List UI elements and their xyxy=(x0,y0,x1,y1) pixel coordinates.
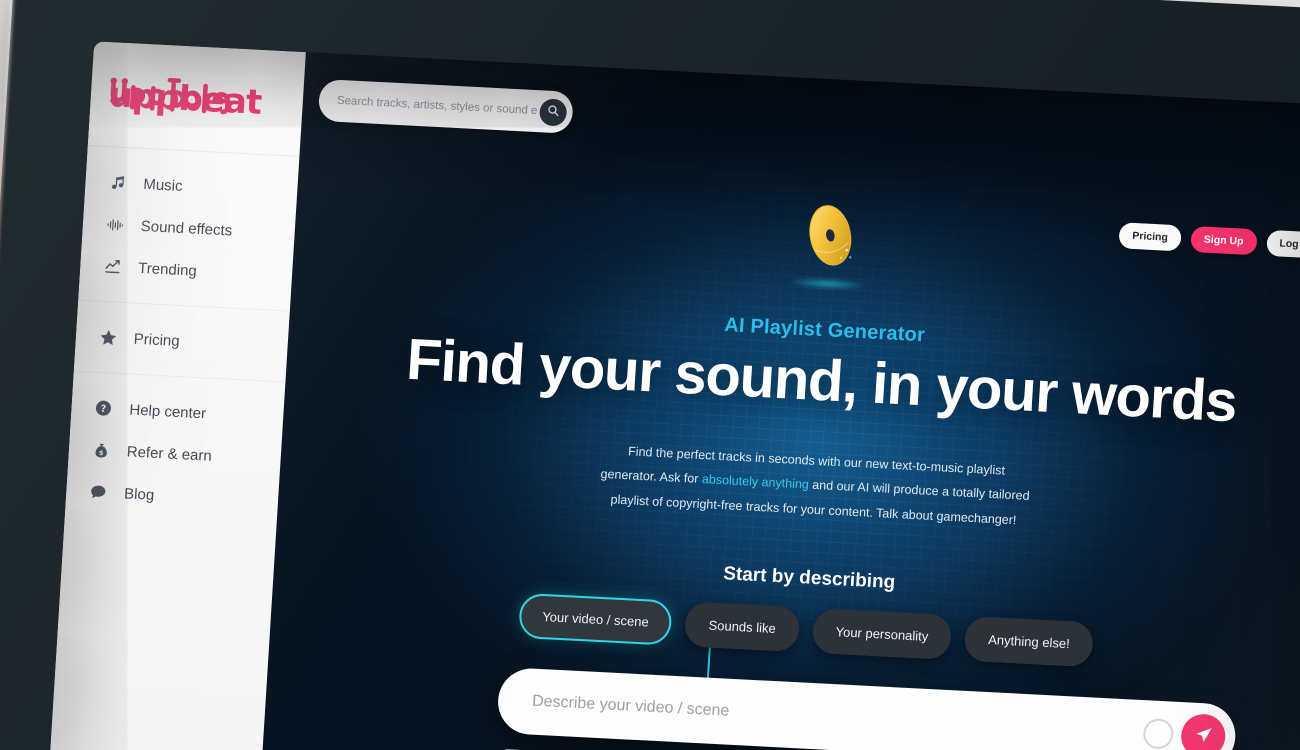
question-circle-icon: ? xyxy=(93,398,114,419)
sign-up-button[interactable]: Sign Up xyxy=(1190,225,1258,256)
sidebar-item-label: Help center xyxy=(128,401,207,422)
log-in-button[interactable]: Log In xyxy=(1265,229,1300,259)
disc-shadow xyxy=(788,276,867,292)
blurb-highlight: absolutely anything xyxy=(701,472,810,492)
waveform-icon xyxy=(104,214,125,235)
brand-logo[interactable]: u uppbeat xyxy=(87,41,306,157)
trending-chart-icon xyxy=(102,256,123,277)
send-button[interactable] xyxy=(1179,713,1227,750)
speech-bubble-icon xyxy=(88,482,109,503)
laptop-screen: u uppbeat xyxy=(45,41,1300,750)
sidebar-item-label: Pricing xyxy=(133,330,181,350)
vinyl-record-icon xyxy=(788,198,869,292)
sidebar-item-label: Blog xyxy=(123,484,155,504)
svg-text:$: $ xyxy=(98,448,103,456)
sidebar: u uppbeat xyxy=(45,41,306,750)
laptop-device: u uppbeat xyxy=(0,0,1300,750)
sidebar-group-browse: Music Sound effects Trending xyxy=(78,146,300,312)
sidebar-item-label: Trending xyxy=(137,259,198,280)
main-content: Pricing Sign Up Log In xyxy=(256,52,1300,750)
music-note-icon xyxy=(107,172,128,193)
star-icon xyxy=(97,327,118,348)
chip-your-personality[interactable]: Your personality xyxy=(811,607,953,661)
hero-section: AI Playlist Generator Find your sound, i… xyxy=(270,52,1300,680)
money-bag-icon: $ xyxy=(90,440,111,461)
chip-your-video-scene[interactable]: Your video / scene xyxy=(517,592,674,646)
laptop-edge-highlight-left xyxy=(0,0,16,750)
sidebar-item-label: Refer & earn xyxy=(126,442,213,465)
sidebar-item-pricing[interactable]: Pricing xyxy=(75,315,289,368)
sidebar-group-pricing: Pricing xyxy=(73,300,290,383)
chip-anything-else[interactable]: Anything else! xyxy=(963,615,1095,668)
circle-outline-icon[interactable] xyxy=(1142,718,1175,750)
sidebar-item-label: Music xyxy=(142,175,184,195)
prompt-input[interactable] xyxy=(529,691,1144,744)
uppbeat-logotype: u uppbeat xyxy=(107,75,263,123)
laptop-lid: u uppbeat xyxy=(0,0,1300,750)
svg-text:?: ? xyxy=(100,404,107,415)
photo-scene: u uppbeat xyxy=(0,0,1300,750)
chip-sounds-like[interactable]: Sounds like xyxy=(684,601,801,653)
sidebar-group-support: ? Help center $ Refer & earn Blog xyxy=(64,372,285,537)
sidebar-item-label: Sound effects xyxy=(140,217,233,240)
pricing-button[interactable]: Pricing xyxy=(1118,222,1182,252)
hero-description: Find the perfect tracks in seconds with … xyxy=(598,438,1032,533)
send-paper-plane-icon xyxy=(1193,725,1213,748)
blurb-text-part2: and our AI will produce a totally tailor… xyxy=(610,477,1030,527)
